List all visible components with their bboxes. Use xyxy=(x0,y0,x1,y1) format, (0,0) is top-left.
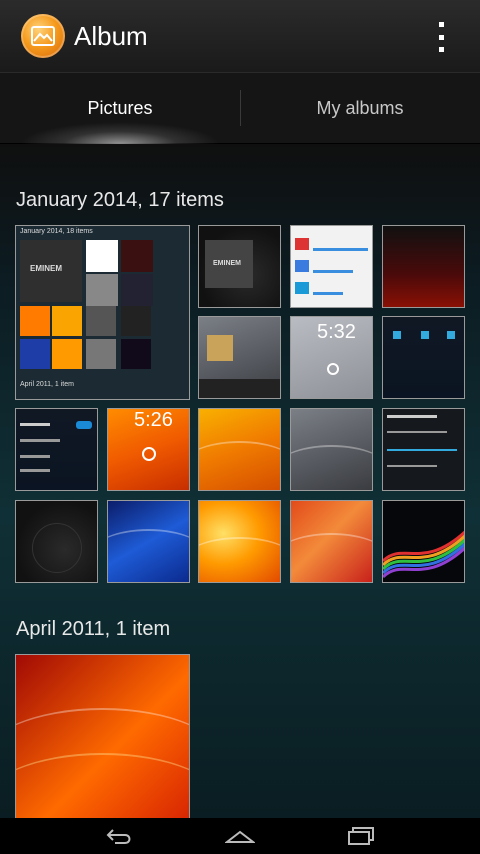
photo-thumbnail[interactable] xyxy=(382,500,465,583)
recent-apps-icon[interactable] xyxy=(345,824,375,848)
photo-thumbnail[interactable]: January 2014, 18 items EMINEM April 2011… xyxy=(15,225,190,400)
action-bar: Album xyxy=(0,0,480,72)
photo-thumbnail[interactable] xyxy=(198,316,281,399)
photo-thumbnail[interactable] xyxy=(382,225,465,308)
photo-thumbnail[interactable] xyxy=(107,500,190,583)
section-title: April 2011, 1 item xyxy=(16,618,171,640)
tab-my-albums-label: My albums xyxy=(316,97,404,118)
photo-thumbnail[interactable] xyxy=(382,316,465,399)
photo-thumbnail[interactable] xyxy=(198,408,281,491)
tab-pictures[interactable]: Pictures xyxy=(0,73,240,144)
photo-thumbnail[interactable] xyxy=(290,408,373,491)
tab-pictures-label: Pictures xyxy=(87,97,153,118)
photo-thumbnail[interactable]: 5:26 xyxy=(107,408,190,491)
album-picture-icon[interactable] xyxy=(21,14,65,58)
back-arrow-icon[interactable] xyxy=(105,824,135,848)
photo-thumbnail[interactable]: EMINEM xyxy=(198,225,281,308)
photo-thumbnail[interactable] xyxy=(382,408,465,491)
photo-thumbnail[interactable] xyxy=(15,654,190,818)
photo-thumbnail[interactable] xyxy=(198,500,281,583)
photo-thumbnail[interactable] xyxy=(290,225,373,308)
tab-divider xyxy=(240,90,241,126)
section-title: January 2014, 17 items xyxy=(16,189,224,211)
overflow-menu-icon[interactable] xyxy=(436,22,446,52)
mini-music-player: EMINEM xyxy=(20,240,82,302)
pictures-grid[interactable]: January 2014, 17 items January 2014, 18 … xyxy=(0,144,480,818)
photo-thumbnail[interactable] xyxy=(290,500,373,583)
photo-thumbnail[interactable] xyxy=(15,408,98,491)
home-icon[interactable] xyxy=(224,824,256,848)
app-title: Album xyxy=(74,20,148,51)
navigation-bar xyxy=(0,818,480,854)
tab-my-albums[interactable]: My albums xyxy=(240,73,480,143)
photo-thumbnail[interactable] xyxy=(15,500,98,583)
photo-thumbnail[interactable]: 5:32 xyxy=(290,316,373,399)
